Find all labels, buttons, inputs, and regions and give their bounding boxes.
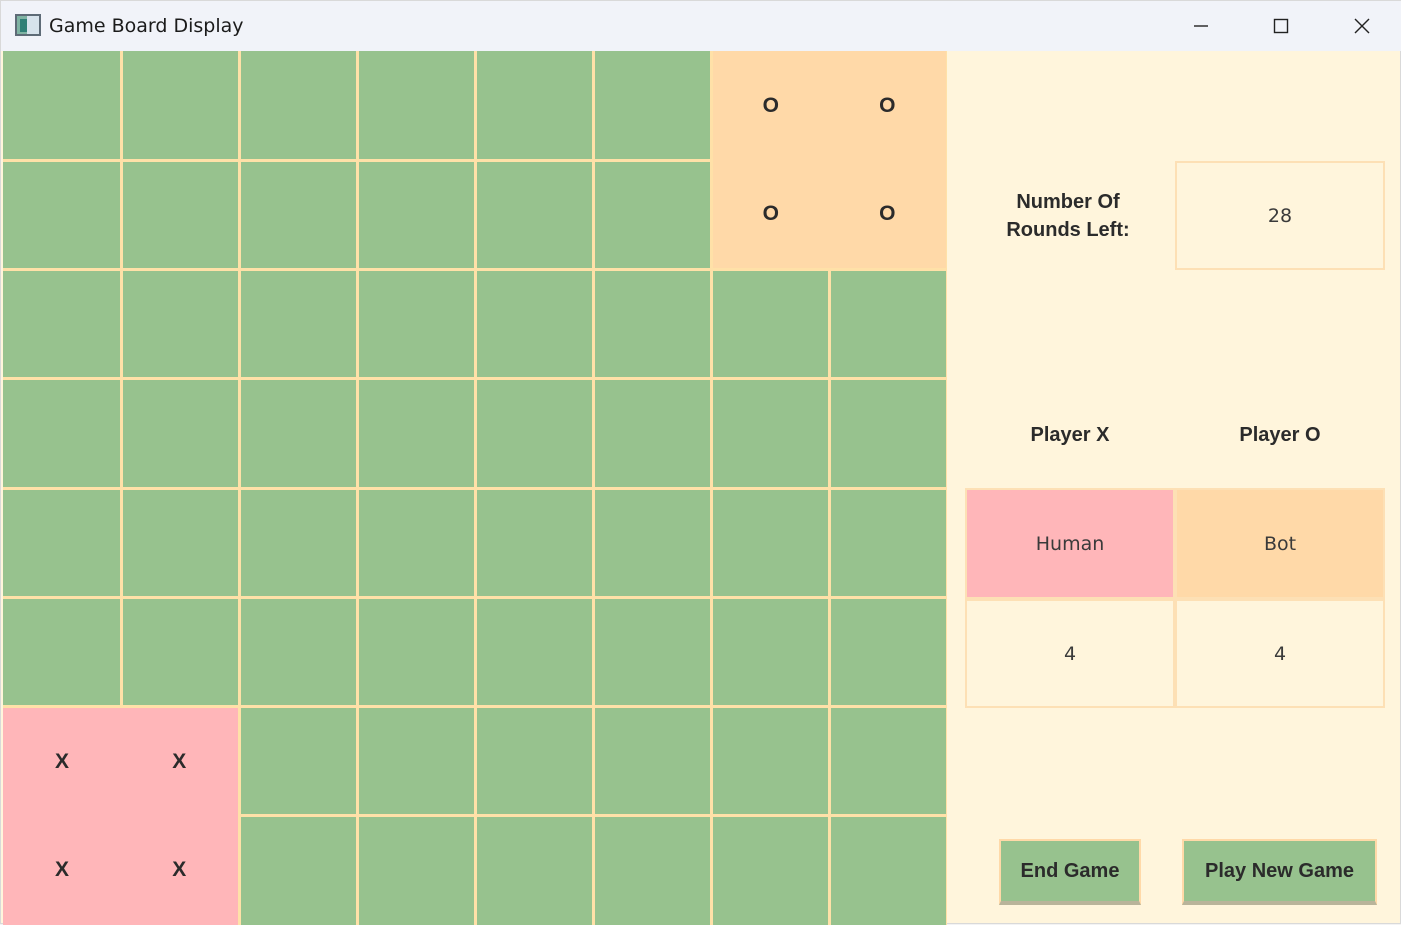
board-cell[interactable] xyxy=(594,598,710,705)
board-cell[interactable] xyxy=(240,380,356,487)
board-cell[interactable] xyxy=(476,489,592,596)
close-icon xyxy=(1354,18,1370,34)
board-cell[interactable] xyxy=(122,51,238,159)
board-cell[interactable]: X xyxy=(121,708,238,816)
board-cell[interactable] xyxy=(712,598,828,705)
rounds-label-line1: Number Of xyxy=(1016,191,1120,213)
maximize-icon xyxy=(1273,18,1289,34)
board-cell[interactable] xyxy=(476,708,592,815)
rounds-left-label: Number Of Rounds Left: xyxy=(961,188,1175,244)
board-cell[interactable] xyxy=(3,380,120,487)
board-cell[interactable] xyxy=(476,271,592,378)
player-o-score: 4 xyxy=(1175,599,1385,708)
board-cell[interactable] xyxy=(358,51,474,159)
board-cell[interactable] xyxy=(240,708,356,815)
board-cell[interactable] xyxy=(3,598,120,705)
rounds-left-value: 28 xyxy=(1175,161,1385,270)
board-cell[interactable] xyxy=(358,489,474,596)
board-cell[interactable] xyxy=(122,598,238,705)
player-o-header: Player O xyxy=(1239,424,1321,446)
board-cell[interactable] xyxy=(830,817,946,925)
board-cell[interactable] xyxy=(712,817,828,925)
board-cell[interactable] xyxy=(594,817,710,925)
board-cell[interactable] xyxy=(594,51,710,159)
board-cell[interactable] xyxy=(830,271,946,378)
board-cell[interactable]: O xyxy=(829,160,946,268)
board-cell[interactable] xyxy=(712,489,828,596)
board-cell[interactable] xyxy=(122,380,238,487)
minimize-icon xyxy=(1194,25,1208,27)
board-cell[interactable] xyxy=(830,598,946,705)
board-cell[interactable] xyxy=(594,489,710,596)
board-cell[interactable] xyxy=(358,380,474,487)
end-game-button[interactable]: End Game xyxy=(999,839,1141,905)
board-cell[interactable] xyxy=(3,489,120,596)
close-button[interactable] xyxy=(1322,1,1401,51)
board-cell[interactable] xyxy=(3,51,120,159)
board-cell[interactable] xyxy=(712,271,828,378)
board-cell[interactable] xyxy=(830,380,946,487)
board-cell[interactable] xyxy=(240,51,356,159)
board-cell[interactable] xyxy=(358,817,474,925)
minimize-button[interactable] xyxy=(1161,1,1241,51)
board-cell[interactable]: X xyxy=(3,708,121,816)
game-board: OOOO XXXX xyxy=(3,51,947,925)
board-cell[interactable] xyxy=(594,161,710,268)
board-cell[interactable] xyxy=(476,161,592,268)
player-x-type: Human xyxy=(965,488,1175,599)
board-cell[interactable]: O xyxy=(712,51,829,161)
board-cell[interactable] xyxy=(594,708,710,815)
board-cell[interactable] xyxy=(240,161,356,268)
board-cell[interactable] xyxy=(594,380,710,487)
board-cell[interactable] xyxy=(240,598,356,705)
window-title: Game Board Display xyxy=(49,15,244,37)
board-cell[interactable]: O xyxy=(829,51,946,161)
board-cell[interactable] xyxy=(3,271,120,378)
board-cell[interactable] xyxy=(358,708,474,815)
board-cell[interactable] xyxy=(358,161,474,268)
board-cell[interactable]: O xyxy=(712,160,829,268)
rounds-label-line2: Rounds Left: xyxy=(1006,219,1130,241)
board-cell[interactable] xyxy=(594,271,710,378)
board-cell[interactable] xyxy=(476,598,592,705)
board-cell[interactable] xyxy=(240,817,356,925)
board-cell[interactable] xyxy=(476,817,592,925)
app-window-icon xyxy=(15,14,41,36)
board-cell[interactable] xyxy=(122,489,238,596)
board-cell[interactable] xyxy=(476,380,592,487)
board-cell[interactable] xyxy=(830,708,946,815)
maximize-button[interactable] xyxy=(1241,1,1321,51)
board-cell[interactable] xyxy=(122,271,238,378)
game-window: Game Board Display OOOO XXXX Number Of Ro… xyxy=(0,0,1401,925)
player-o-type: Bot xyxy=(1175,488,1385,599)
board-cell[interactable] xyxy=(712,708,828,815)
player-x-score: 4 xyxy=(965,599,1175,708)
board-cell[interactable]: X xyxy=(121,815,238,925)
board-cell[interactable] xyxy=(712,380,828,487)
player-x-header: Player X xyxy=(1030,424,1110,446)
board-cell[interactable] xyxy=(240,489,356,596)
board-cell[interactable]: X xyxy=(3,815,121,925)
title-bar[interactable]: Game Board Display xyxy=(1,1,1401,51)
board-cell[interactable] xyxy=(830,489,946,596)
board-cell[interactable] xyxy=(358,598,474,705)
board-cell[interactable] xyxy=(240,271,356,378)
board-cell[interactable] xyxy=(476,51,592,159)
board-cell[interactable] xyxy=(3,161,120,268)
board-cell[interactable] xyxy=(358,271,474,378)
board-cell[interactable] xyxy=(122,161,238,268)
play-new-game-button[interactable]: Play New Game xyxy=(1182,839,1377,905)
